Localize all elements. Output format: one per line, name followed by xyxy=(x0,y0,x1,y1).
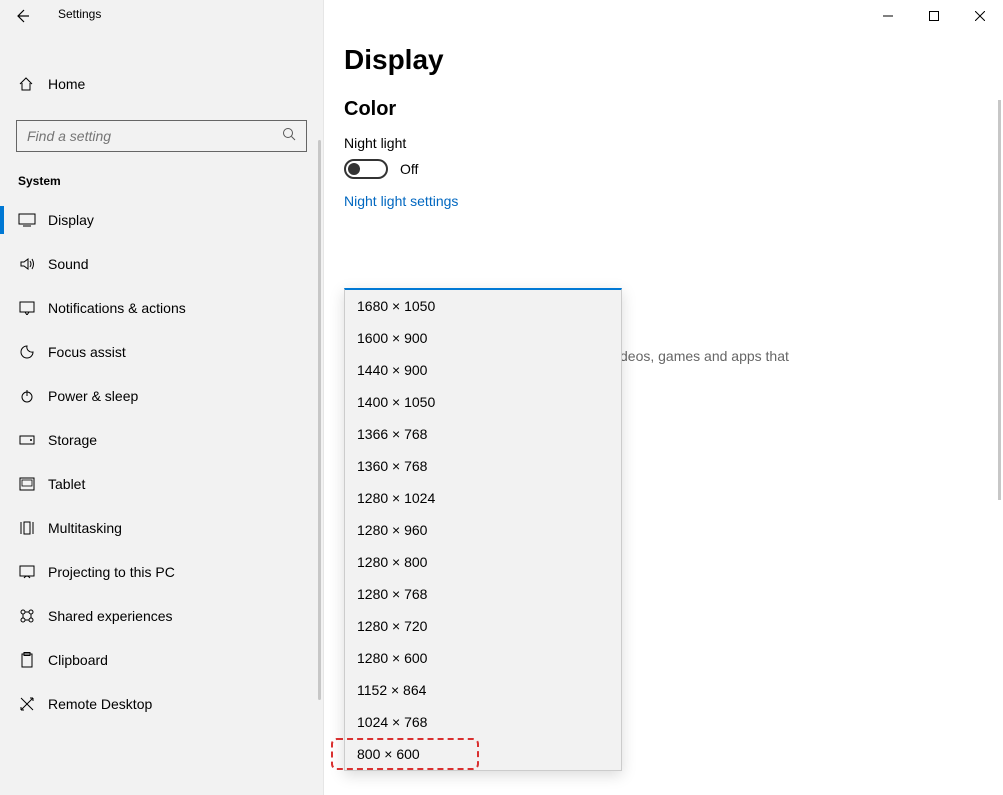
search-input[interactable] xyxy=(27,128,267,144)
resolution-option[interactable]: 1280 × 768 xyxy=(345,578,621,610)
nav-sound[interactable]: Sound xyxy=(0,242,323,286)
display-icon xyxy=(18,213,36,227)
home-icon xyxy=(18,76,36,92)
resolution-option[interactable]: 1280 × 720 xyxy=(345,610,621,642)
shared-experiences-icon xyxy=(18,608,36,624)
page-title: Display xyxy=(344,44,984,76)
close-button[interactable] xyxy=(957,0,1003,32)
resolution-option[interactable]: 1400 × 1050 xyxy=(345,386,621,418)
main-content: Display Color Night light Off Night ligh… xyxy=(344,44,984,209)
sidebar-scrollbar[interactable] xyxy=(318,140,321,700)
resolution-option[interactable]: 1280 × 800 xyxy=(345,546,621,578)
nav-power-sleep[interactable]: Power & sleep xyxy=(0,374,323,418)
toggle-state: Off xyxy=(400,161,418,177)
main-scrollbar[interactable] xyxy=(998,100,1001,500)
notifications-icon xyxy=(18,301,36,315)
search-icon xyxy=(282,127,296,146)
resolution-option[interactable]: 1152 × 864 xyxy=(345,674,621,706)
search-box[interactable] xyxy=(16,120,307,152)
hdr-description: deos, games and apps that xyxy=(620,348,1003,364)
section-title: System xyxy=(18,174,323,188)
resolution-option[interactable]: 1600 × 900 xyxy=(345,322,621,354)
storage-icon xyxy=(18,435,36,445)
resolution-option[interactable]: 1440 × 900 xyxy=(345,354,621,386)
resolution-option[interactable]: 1360 × 768 xyxy=(345,450,621,482)
nav-focus-assist[interactable]: Focus assist xyxy=(0,330,323,374)
nav-shared-experiences[interactable]: Shared experiences xyxy=(0,594,323,638)
color-heading: Color xyxy=(344,98,984,121)
nav-remote-desktop[interactable]: Remote Desktop xyxy=(0,682,323,726)
night-light-label: Night light xyxy=(344,135,984,151)
power-icon xyxy=(18,388,36,404)
nav-storage[interactable]: Storage xyxy=(0,418,323,462)
resolution-option[interactable]: 1280 × 1024 xyxy=(345,482,621,514)
focus-assist-icon xyxy=(18,344,36,360)
clipboard-icon xyxy=(18,652,36,668)
resolution-option[interactable]: 1280 × 600 xyxy=(345,642,621,674)
sidebar-header: Settings xyxy=(0,0,323,32)
night-light-toggle[interactable] xyxy=(344,159,388,179)
nav-projecting[interactable]: Projecting to this PC xyxy=(0,550,323,594)
projecting-icon xyxy=(18,565,36,579)
home-label: Home xyxy=(48,76,85,92)
multitasking-icon xyxy=(18,521,36,535)
nav-multitasking[interactable]: Multitasking xyxy=(0,506,323,550)
night-light-settings-link[interactable]: Night light settings xyxy=(344,193,984,209)
sidebar: Settings Home System Display Sound Notif… xyxy=(0,0,324,795)
app-title: Settings xyxy=(58,7,101,21)
minimize-button[interactable] xyxy=(865,0,911,32)
resolution-option[interactable]: 1366 × 768 xyxy=(345,418,621,450)
resolution-option[interactable]: 1680 × 1050 xyxy=(345,290,621,322)
resolution-dropdown[interactable]: 1680 × 1050 1600 × 900 1440 × 900 1400 ×… xyxy=(344,288,622,771)
tablet-icon xyxy=(18,477,36,491)
resolution-option[interactable]: 800 × 600 xyxy=(345,738,621,770)
back-button[interactable] xyxy=(0,0,44,32)
home-nav[interactable]: Home xyxy=(0,62,323,106)
nav-clipboard[interactable]: Clipboard xyxy=(0,638,323,682)
remote-desktop-icon xyxy=(18,696,36,712)
sound-icon xyxy=(18,256,36,272)
nav-tablet[interactable]: Tablet xyxy=(0,462,323,506)
maximize-button[interactable] xyxy=(911,0,957,32)
resolution-option[interactable]: 1024 × 768 xyxy=(345,706,621,738)
resolution-option[interactable]: 1280 × 960 xyxy=(345,514,621,546)
nav-display[interactable]: Display xyxy=(0,198,323,242)
nav-notifications[interactable]: Notifications & actions xyxy=(0,286,323,330)
